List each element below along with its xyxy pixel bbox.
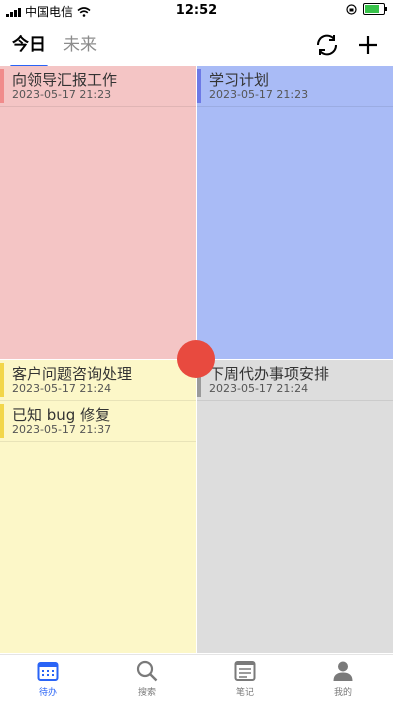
bottom-nav: 待办 搜索 笔记 我的 <box>0 654 393 701</box>
quadrant-important-urgent[interactable]: 向领导汇报工作 2023-05-17 21:23 <box>0 66 196 359</box>
quadrant-urgent-not-important[interactable]: 客户问题咨询处理 2023-05-17 21:24 已知 bug 修复 2023… <box>0 360 196 653</box>
nav-item-search[interactable]: 搜索 <box>117 659 177 698</box>
add-icon[interactable] <box>353 30 383 60</box>
task-date: 2023-05-17 21:24 <box>12 382 112 395</box>
nav-item-todo[interactable]: 待办 <box>18 659 78 698</box>
nav-label-me: 我的 <box>333 688 352 698</box>
task-item[interactable]: 向领导汇报工作 2023-05-17 21:23 <box>0 66 196 107</box>
task-color-bar <box>0 69 4 103</box>
nav-item-me[interactable]: 我的 <box>313 659 373 698</box>
tab-today[interactable]: 今日 <box>12 30 46 55</box>
quadrant-not-important-not-urgent[interactable]: 下周代办事项安排 2023-05-17 21:24 <box>197 360 393 653</box>
task-title: 向领导汇报工作 <box>12 71 118 89</box>
nav-label-notes: 笔记 <box>235 688 254 698</box>
quadrant-important-not-urgent[interactable]: 学习计划 2023-05-17 21:23 <box>197 66 393 359</box>
status-bar: 中国电信 12:52 <box>0 0 393 22</box>
search-icon <box>135 659 159 683</box>
floating-center-button[interactable] <box>177 340 215 378</box>
task-item[interactable]: 客户问题咨询处理 2023-05-17 21:24 <box>0 360 196 401</box>
task-item[interactable]: 下周代办事项安排 2023-05-17 21:24 <box>197 360 393 401</box>
status-right <box>346 3 387 15</box>
task-title: 下周代办事项安排 <box>209 365 330 383</box>
task-date: 2023-05-17 21:24 <box>209 382 309 395</box>
calendar-icon <box>36 659 60 683</box>
task-date: 2023-05-17 21:23 <box>12 88 112 101</box>
task-color-bar <box>0 363 4 397</box>
refresh-icon[interactable] <box>312 30 342 60</box>
task-date: 2023-05-17 21:37 <box>12 423 112 436</box>
task-title: 客户问题咨询处理 <box>12 365 133 383</box>
task-title: 已知 bug 修复 <box>12 406 111 424</box>
nav-label-search: 搜索 <box>137 688 156 698</box>
task-color-bar <box>197 69 201 103</box>
nav-item-notes[interactable]: 笔记 <box>215 659 275 698</box>
person-icon <box>331 659 355 683</box>
tab-future[interactable]: 未来 <box>63 30 97 55</box>
task-title: 学习计划 <box>209 71 270 89</box>
top-header: 今日 未来 <box>0 22 393 66</box>
nav-label-todo: 待办 <box>38 688 57 698</box>
lock-rotation-icon <box>346 3 357 15</box>
task-date: 2023-05-17 21:23 <box>209 88 309 101</box>
notes-icon <box>233 659 257 683</box>
task-color-bar <box>0 404 4 438</box>
task-item[interactable]: 已知 bug 修复 2023-05-17 21:37 <box>0 401 196 442</box>
battery-icon <box>363 3 387 15</box>
status-time: 12:52 <box>175 3 218 18</box>
task-item[interactable]: 学习计划 2023-05-17 21:23 <box>197 66 393 107</box>
